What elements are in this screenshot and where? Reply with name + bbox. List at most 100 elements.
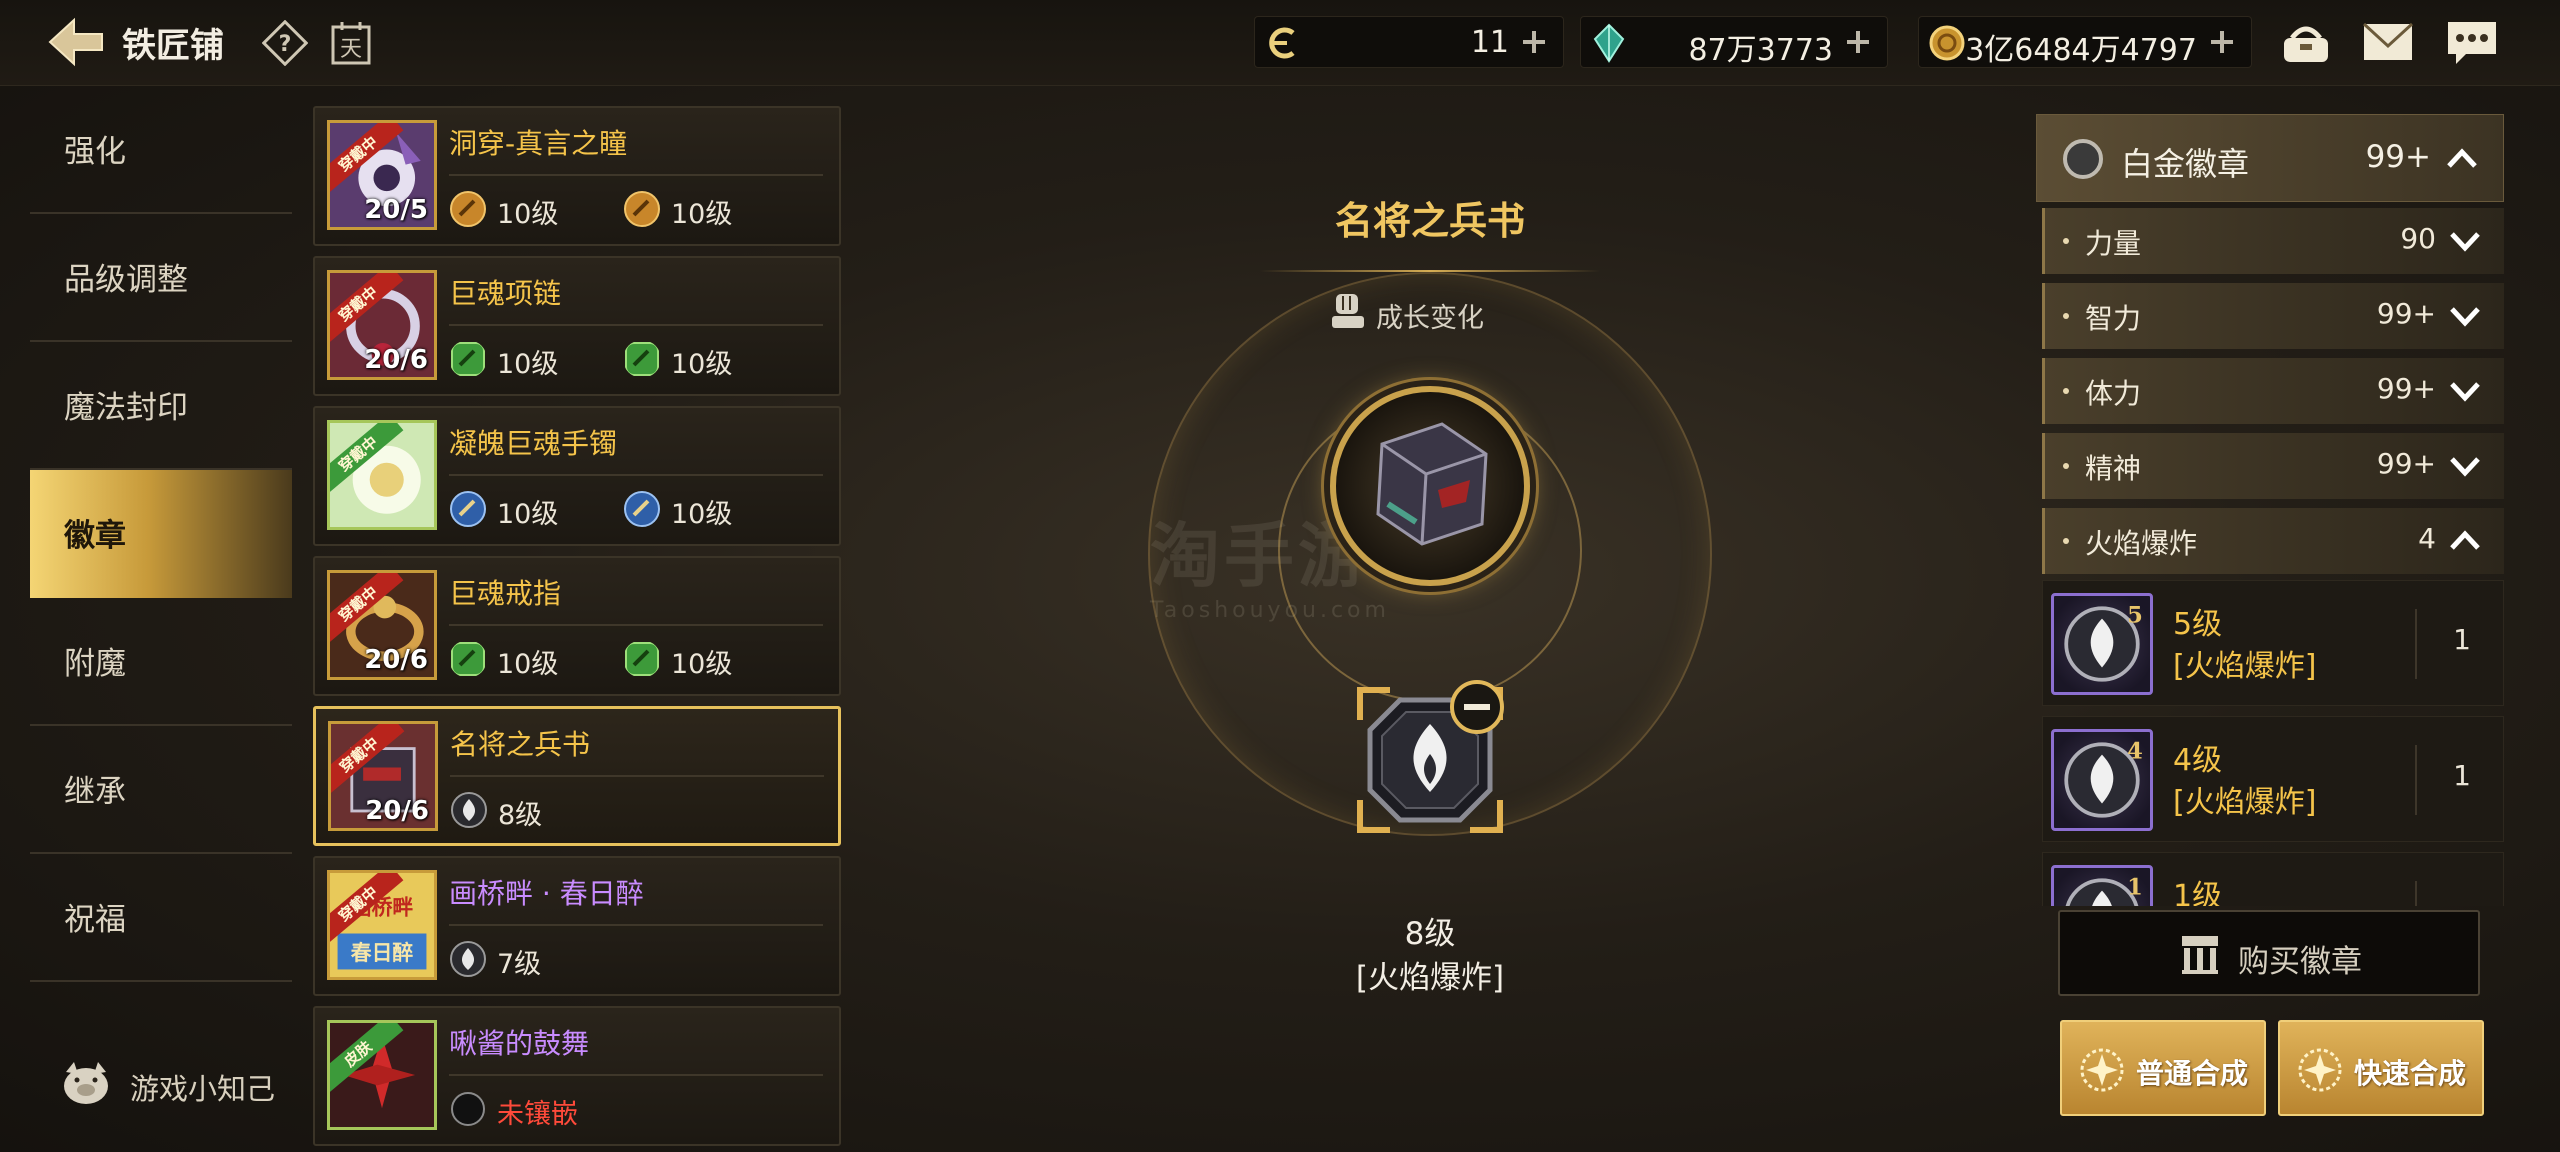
chevron-down-icon bbox=[2450, 457, 2480, 477]
equipment-row-selected[interactable]: 穿戴中 20/6 名将之兵书 8级 bbox=[313, 706, 841, 846]
divider bbox=[449, 324, 823, 326]
remove-emblem-icon[interactable] bbox=[1448, 678, 1506, 736]
platinum-emblem-icon bbox=[2063, 139, 2103, 179]
add-gold-button[interactable] bbox=[2203, 23, 2241, 61]
page-title: 铁匠铺 bbox=[122, 26, 224, 66]
equipment-thumbnail: 穿戴中 bbox=[327, 420, 437, 530]
divider bbox=[2415, 881, 2417, 906]
nav-item-enhance[interactable]: 强化 bbox=[30, 86, 292, 214]
equipment-row[interactable]: 穿戴中 20/6 巨魂戒指 10级 10级 bbox=[313, 556, 841, 696]
inventory-icon[interactable] bbox=[2278, 16, 2334, 68]
add-crystal-button[interactable] bbox=[1839, 23, 1877, 61]
emblem-level: 10级 bbox=[671, 349, 733, 380]
equipment-thumbnail: 穿戴中 20/6 bbox=[327, 570, 437, 680]
nav-item-magic-seal[interactable]: 魔法封印 bbox=[30, 342, 292, 470]
emblem-grade-header[interactable]: 白金徽章 99+ bbox=[2036, 114, 2504, 202]
nav-item-label: 强化 bbox=[64, 134, 126, 170]
back-arrow-icon[interactable] bbox=[44, 14, 108, 70]
game-tips-button[interactable]: 游戏小知己 bbox=[56, 1052, 286, 1112]
mail-icon[interactable] bbox=[2360, 16, 2416, 68]
quick-synthesis-button[interactable]: 快速合成 bbox=[2278, 1020, 2484, 1116]
svg-text:春日醉: 春日醉 bbox=[350, 941, 414, 965]
fist-icon bbox=[1332, 294, 1364, 328]
category-flame-explosion[interactable]: 火焰爆炸 4 bbox=[2042, 508, 2504, 574]
buy-emblem-label: 购买徽章 bbox=[2238, 944, 2362, 980]
category-intelligence[interactable]: 智力 99+ bbox=[2042, 283, 2504, 349]
green-emblem-icon bbox=[451, 342, 485, 376]
cera-currency: 11 bbox=[1254, 16, 1564, 68]
nav-item-emblem[interactable]: 徽章 bbox=[30, 470, 292, 598]
orange-emblem-icon bbox=[624, 191, 660, 227]
equipment-row[interactable]: 穿戴中 20/6 巨魂项链 10级 10级 bbox=[313, 256, 841, 396]
growth-change-button[interactable]: 成长变化 bbox=[1328, 288, 1548, 336]
nav-item-label: 徽章 bbox=[64, 518, 126, 554]
nav-item-label: 祝福 bbox=[64, 902, 126, 938]
divider bbox=[2415, 609, 2417, 679]
emblem-level: 未镶嵌 bbox=[497, 1099, 578, 1130]
chevron-up-icon bbox=[2447, 148, 2477, 168]
calendar-icon[interactable]: 天 bbox=[330, 20, 372, 66]
enhance-level: 20/5 bbox=[364, 195, 428, 225]
equipment-name: 画桥畔 · 春日醉 bbox=[449, 877, 644, 910]
cera-coin-icon bbox=[1269, 27, 1295, 59]
svg-text:5: 5 bbox=[2127, 602, 2143, 628]
buy-emblem-button[interactable]: 购买徽章 bbox=[2058, 910, 2480, 996]
equipment-name: 巨魂项链 bbox=[449, 277, 562, 310]
equipment-name: 名将之兵书 bbox=[450, 728, 591, 761]
nav-item-grade-adjust[interactable]: 品级调整 bbox=[30, 214, 292, 342]
bullet bbox=[2063, 238, 2069, 244]
equipment-name: 洞穿-真言之瞳 bbox=[449, 127, 628, 160]
nav-item-blessing[interactable]: 祝福 bbox=[30, 854, 292, 982]
divider bbox=[449, 474, 823, 476]
category-strength[interactable]: 力量 90 bbox=[2042, 208, 2504, 274]
emblem-grade-count: 99+ bbox=[2365, 139, 2431, 175]
add-cera-button[interactable] bbox=[1515, 23, 1553, 61]
emblem-item[interactable]: 5 5级 [火焰爆炸] 1 bbox=[2042, 580, 2504, 706]
category-count: 4 bbox=[2418, 522, 2436, 555]
emblem-level: 10级 bbox=[671, 499, 733, 530]
divider bbox=[449, 174, 823, 176]
nav-item-enchant[interactable]: 附魔 bbox=[30, 598, 292, 726]
chevron-down-icon bbox=[2450, 382, 2480, 402]
help-icon[interactable]: ? bbox=[262, 20, 308, 66]
equipment-row[interactable]: 穿戴中 20/5 洞穿-真言之瞳 10级 10级 bbox=[313, 106, 841, 246]
bullet bbox=[2063, 313, 2069, 319]
emblem-level: 10级 bbox=[497, 349, 559, 380]
orange-emblem-icon bbox=[450, 191, 486, 227]
enhance-level: 20/6 bbox=[364, 645, 428, 675]
item-title: 名将之兵书 bbox=[1334, 199, 1525, 243]
emblem-item[interactable]: 1 1级 [火焰爆炸] bbox=[2042, 852, 2504, 906]
blue-emblem-icon bbox=[450, 491, 486, 527]
equipment-row[interactable]: 皮肤 啾酱的鼓舞 未镶嵌 bbox=[313, 1006, 841, 1146]
category-label: 精神 bbox=[2085, 452, 2142, 485]
chevron-down-icon bbox=[2450, 232, 2480, 252]
growth-change-label: 成长变化 bbox=[1376, 303, 1484, 334]
category-label: 力量 bbox=[2085, 227, 2142, 260]
shop-icon bbox=[2182, 936, 2218, 974]
flame-emblem-icon bbox=[451, 792, 487, 828]
equipment-row[interactable]: 穿戴中 凝魄巨魂手镯 10级 10级 bbox=[313, 406, 841, 546]
divider bbox=[2415, 745, 2417, 815]
emblem-panel: 白金徽章 99+ 力量 90 智力 99+ 体力 99+ 精神 99+ 火焰爆炸… bbox=[2036, 106, 2508, 906]
blue-emblem-icon bbox=[624, 491, 660, 527]
bullet bbox=[2063, 388, 2069, 394]
item-detail: 名将之兵书 成长变化 8级 [火焰爆炸] bbox=[1130, 160, 1730, 1020]
category-count: 99+ bbox=[2376, 297, 2436, 330]
normal-synthesis-button[interactable]: 普通合成 bbox=[2060, 1020, 2266, 1116]
category-vitality[interactable]: 体力 99+ bbox=[2042, 358, 2504, 424]
gold-value: 3亿6484万4797 bbox=[1965, 33, 2197, 68]
nav-item-inherit[interactable]: 继承 bbox=[30, 726, 292, 854]
divider bbox=[450, 775, 824, 777]
game-tips-label: 游戏小知己 bbox=[130, 1072, 276, 1106]
svg-text:1: 1 bbox=[2127, 874, 2143, 900]
gold-coin-icon bbox=[1929, 25, 1965, 61]
green-emblem-icon bbox=[625, 642, 659, 676]
gold-currency: 3亿6484万4797 bbox=[1918, 16, 2252, 68]
chat-icon[interactable] bbox=[2444, 16, 2500, 68]
crystal-currency: 87万3773 bbox=[1580, 16, 1888, 68]
equipment-row[interactable]: 画桥畔 春日醉 穿戴中 画桥畔 · 春日醉 7级 bbox=[313, 856, 841, 996]
emblem-item[interactable]: 4 4级 [火焰爆炸] 1 bbox=[2042, 716, 2504, 842]
category-label: 智力 bbox=[2085, 302, 2142, 335]
nav-item-label: 继承 bbox=[64, 774, 126, 810]
category-spirit[interactable]: 精神 99+ bbox=[2042, 433, 2504, 499]
